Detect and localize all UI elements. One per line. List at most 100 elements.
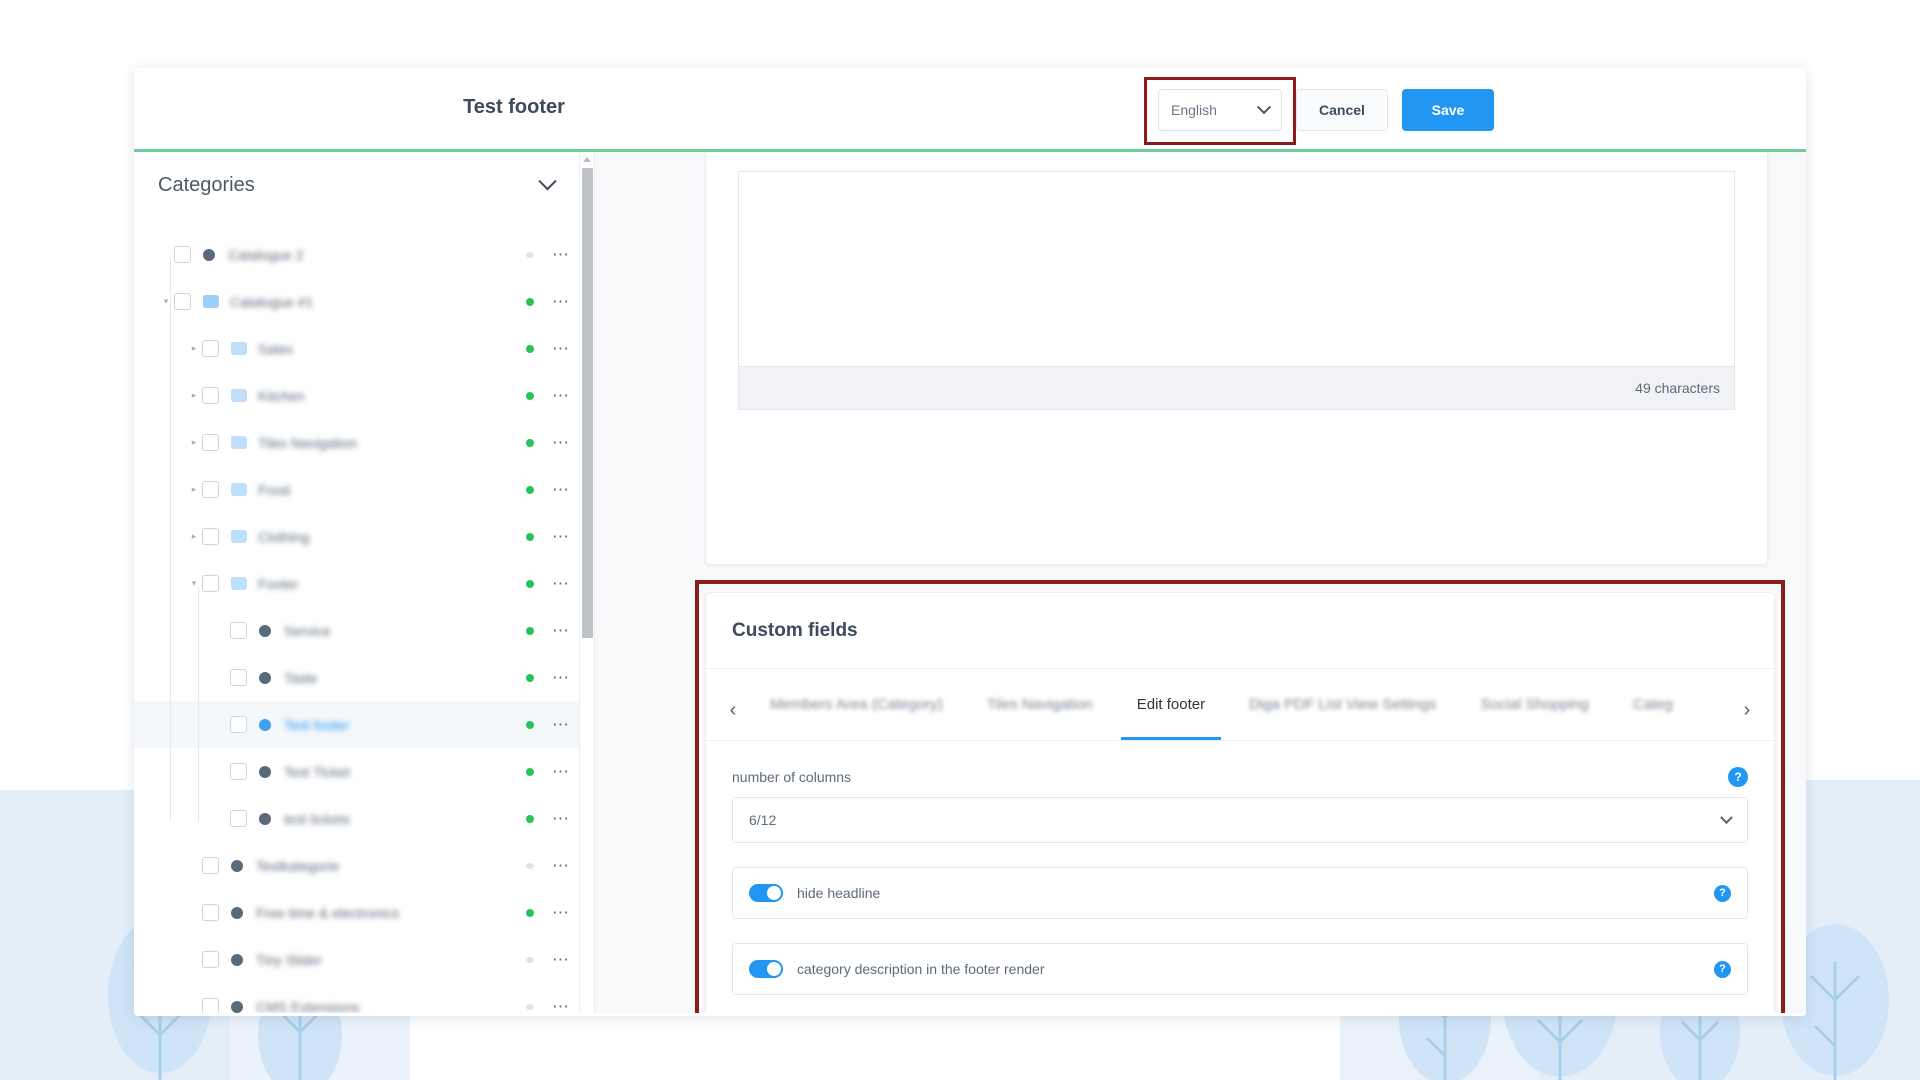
scroll-up-arrow-icon[interactable] [580, 152, 594, 167]
number-of-columns-select[interactable]: 6/12 [732, 797, 1748, 843]
more-options-icon[interactable]: ⋯ [552, 387, 570, 404]
tree-item[interactable]: ▸ Kitchen ⋯ [134, 372, 594, 419]
tree-item[interactable]: Catalogue 2 ⋯ [134, 231, 594, 278]
tree-expand-toggle-icon[interactable]: ▸ [186, 484, 202, 495]
tree-expand-toggle-icon[interactable]: ▾ [186, 578, 202, 589]
description-textarea[interactable] [738, 171, 1735, 366]
tree-item[interactable]: ▾ Catalogue #1 ⋯ [134, 278, 594, 325]
tree-item-checkbox[interactable] [230, 622, 247, 639]
tree-item[interactable]: Tiny Slider ⋯ [134, 936, 594, 983]
tree-item-checkbox[interactable] [202, 951, 219, 968]
tab-members-area-category[interactable]: Members Area (Category) [748, 669, 965, 740]
status-indicator-dot [526, 579, 534, 588]
more-options-icon[interactable]: ⋯ [552, 857, 570, 874]
tree-item-checkbox[interactable] [202, 387, 219, 404]
folder-icon [231, 483, 247, 496]
scrollbar-thumb[interactable] [582, 168, 593, 638]
help-icon[interactable]: ? [1714, 884, 1731, 902]
tree-item-checkbox[interactable] [202, 998, 219, 1013]
status-indicator-dot [526, 1003, 534, 1010]
tree-item-checkbox[interactable] [230, 716, 247, 733]
tree-item[interactable]: Testkategorie ⋯ [134, 842, 594, 889]
tree-item[interactable]: Free time & electronics ⋯ [134, 889, 594, 936]
tree-item[interactable]: ▸ Sales ⋯ [134, 325, 594, 372]
tree-item-checkbox[interactable] [202, 575, 219, 592]
save-button[interactable]: Save [1402, 89, 1494, 131]
more-options-icon[interactable]: ⋯ [552, 340, 570, 357]
tabs-prev-arrow-icon[interactable]: ‹ [718, 680, 748, 740]
page-icon [231, 953, 243, 966]
tree-item-checkbox[interactable] [202, 340, 219, 357]
tree-item[interactable]: CMS Extensions ⋯ [134, 983, 594, 1013]
tree-item-checkbox[interactable] [202, 528, 219, 545]
toggle-list: hide headline? category description in th… [732, 867, 1748, 995]
tree-expand-toggle-icon[interactable]: ▸ [186, 531, 202, 542]
tree-expand-toggle-icon[interactable]: ▾ [158, 296, 174, 307]
chevron-down-icon[interactable] [538, 172, 557, 191]
tree-item[interactable]: ▾ Footer ⋯ [134, 560, 594, 607]
more-options-icon[interactable]: ⋯ [552, 763, 570, 780]
tree-expand-toggle-icon[interactable]: ▸ [186, 390, 202, 401]
tab-categ[interactable]: Categ [1611, 669, 1695, 740]
more-options-icon[interactable]: ⋯ [552, 669, 570, 686]
tree-item[interactable]: ▸ Food ⋯ [134, 466, 594, 513]
more-options-icon[interactable]: ⋯ [552, 622, 570, 639]
tree-item-checkbox[interactable] [202, 434, 219, 451]
more-options-icon[interactable]: ⋯ [552, 951, 570, 968]
tree-item-checkbox[interactable] [174, 246, 191, 263]
tree-expand-toggle-icon[interactable]: ▸ [186, 437, 202, 448]
tabs-next-arrow-icon[interactable]: › [1732, 680, 1762, 740]
tree-expand-toggle-icon[interactable]: ▸ [186, 343, 202, 354]
tab-edit-footer[interactable]: Edit footer [1115, 669, 1227, 740]
status-indicator-dot [526, 767, 534, 776]
status-indicator-dot [526, 720, 534, 729]
more-options-icon[interactable]: ⋯ [552, 293, 570, 310]
more-options-icon[interactable]: ⋯ [552, 575, 570, 592]
more-options-icon[interactable]: ⋯ [552, 998, 570, 1014]
tree-item[interactable]: test tickets ⋯ [134, 795, 594, 842]
cancel-button[interactable]: Cancel [1296, 89, 1388, 131]
sidebar-title: Categories [158, 174, 255, 196]
tree-item[interactable]: ▸ Tiles Navigation ⋯ [134, 419, 594, 466]
tree-item[interactable]: ▸ Clothing ⋯ [134, 513, 594, 560]
help-icon[interactable]: ? [1714, 960, 1731, 978]
language-select[interactable]: English [1158, 89, 1282, 131]
toggle-switch[interactable] [749, 960, 783, 978]
status-indicator-dot [526, 956, 534, 963]
folder-icon [231, 577, 247, 590]
tree-item-checkbox[interactable] [202, 904, 219, 921]
tree-item-checkbox[interactable] [230, 669, 247, 686]
more-options-icon[interactable]: ⋯ [552, 810, 570, 827]
more-options-icon[interactable]: ⋯ [552, 481, 570, 498]
more-options-icon[interactable]: ⋯ [552, 246, 570, 263]
status-indicator-dot [526, 391, 534, 400]
tree-item-checkbox[interactable] [230, 763, 247, 780]
tree-item-checkbox[interactable] [202, 481, 219, 498]
more-options-icon[interactable]: ⋯ [552, 904, 570, 921]
app-window: Test footer English Cancel Save Categori… [134, 68, 1806, 1016]
help-icon[interactable]: ? [1728, 767, 1748, 787]
toggle-row: category description in the footer rende… [732, 943, 1748, 995]
tree-item-checkbox[interactable] [230, 810, 247, 827]
toggle-switch[interactable] [749, 884, 783, 902]
tree-item-checkbox[interactable] [174, 293, 191, 310]
more-options-icon[interactable]: ⋯ [552, 434, 570, 451]
tab-social-shopping[interactable]: Social Shopping [1458, 669, 1610, 740]
sidebar-scrollbar[interactable] [579, 152, 594, 1013]
tree-item-label: Test footer [284, 716, 350, 733]
categories-sidebar: Categories Catalogue 2 ⋯ ▾ Catalogue #1 ⋯ ▸ Sa… [134, 152, 595, 1013]
tab-diga-pdf-list-view-settings[interactable]: Diga PDF List View Settings [1227, 669, 1458, 740]
sidebar-header[interactable]: Categories [134, 152, 594, 211]
tree-item[interactable]: Test Ticket ⋯ [134, 748, 594, 795]
tab-tiles-navigation[interactable]: Tiles Navigation [965, 669, 1115, 740]
tree-item-selected[interactable]: Test footer ⋯ [134, 701, 594, 748]
more-options-icon[interactable]: ⋯ [552, 528, 570, 545]
tree-item-checkbox[interactable] [202, 857, 219, 874]
app-body: Categories Catalogue 2 ⋯ ▾ Catalogue #1 ⋯ ▸ Sa… [134, 152, 1806, 1013]
page-icon [203, 248, 215, 261]
tree-item[interactable]: Service ⋯ [134, 607, 594, 654]
tree-item[interactable]: Taste ⋯ [134, 654, 594, 701]
page-icon [259, 671, 271, 684]
more-options-icon[interactable]: ⋯ [552, 716, 570, 733]
toggle-row: hide headline? [732, 867, 1748, 919]
